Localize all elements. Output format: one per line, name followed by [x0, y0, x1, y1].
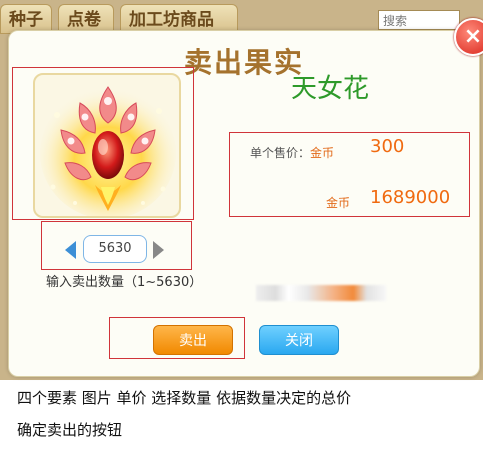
coin-label: 金币 — [310, 146, 335, 160]
arrow-left-icon[interactable] — [65, 241, 76, 259]
caption-line-1: 四个要素 图片 单价 选择数量 依据数量决定的总价 — [17, 389, 352, 407]
unit-price-caption: 单个售价： — [250, 146, 311, 160]
item-image — [33, 73, 181, 218]
arrow-right-icon[interactable] — [153, 241, 164, 259]
caption-line-2: 确定卖出的按钮 — [17, 421, 123, 439]
close-button[interactable]: 关闭 — [259, 325, 339, 355]
total-price-value: 1689000 — [370, 187, 451, 208]
quantity-input[interactable]: 5630 — [83, 235, 147, 263]
search-input[interactable]: 搜索 — [378, 10, 460, 30]
quantity-hint: 输入卖出数量（1~5630） — [46, 275, 203, 290]
unit-price-value: 300 — [370, 136, 405, 157]
blurred-area — [256, 285, 386, 301]
unit-price-label: 单个售价：金币 — [250, 144, 334, 161]
sell-button[interactable]: 卖出 — [153, 325, 233, 355]
item-name: 天女花 — [290, 74, 369, 104]
flower-item-icon — [40, 86, 176, 216]
total-coin-label: 金币 — [326, 196, 351, 210]
